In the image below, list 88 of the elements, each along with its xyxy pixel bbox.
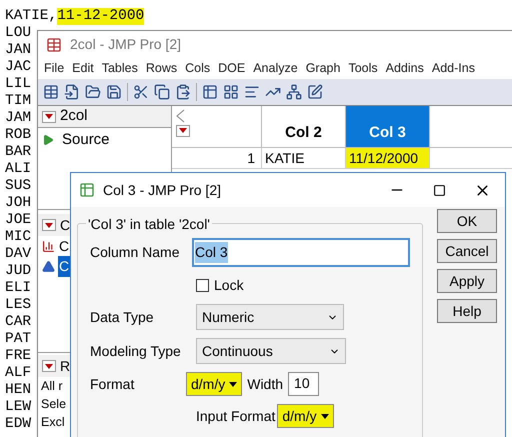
- field-label: Input Format: [196, 406, 276, 426]
- menu-item[interactable]: Rows: [146, 59, 178, 78]
- grid-icon[interactable]: [223, 84, 239, 100]
- text-line: EDW: [5, 416, 32, 433]
- window-title: 2col - JMP Pro [2]: [70, 35, 182, 54]
- checkbox-label: Lock: [214, 276, 244, 295]
- dialog-button[interactable]: Help: [437, 299, 497, 323]
- menu-item[interactable]: Addins: [386, 59, 424, 78]
- text-line: JUD: [5, 263, 32, 280]
- row-number: 1: [172, 148, 262, 168]
- field-label: Width: [247, 374, 284, 394]
- folder-icon[interactable]: [85, 84, 101, 100]
- menu-item[interactable]: DOE: [218, 59, 246, 78]
- date-text: 11-12-2000: [57, 8, 144, 25]
- menu-item[interactable]: Tables: [102, 59, 138, 78]
- text-line: SUS: [5, 178, 32, 195]
- table-cell: 11/12/2000: [346, 148, 430, 168]
- text-line: JAC: [5, 59, 32, 76]
- column-header[interactable]: Col 3: [346, 106, 430, 147]
- menu-item[interactable]: Cols: [185, 59, 210, 78]
- format-dropdown[interactable]: d/m/y: [186, 372, 242, 396]
- modeling-type-select[interactable]: Continuous: [196, 338, 346, 364]
- text-line: LIL: [5, 76, 32, 93]
- text-line: BAR: [5, 144, 32, 161]
- column-item[interactable]: C: [58, 256, 70, 276]
- text-line: LEW: [5, 399, 32, 416]
- text-line: JAM: [5, 110, 32, 127]
- text-line: MIC: [5, 229, 32, 246]
- rows-item: Excl: [40, 414, 66, 431]
- input-format-dropdown[interactable]: d/m/y: [277, 404, 334, 428]
- menu-item[interactable]: Add-Ins: [432, 59, 475, 78]
- text-line: DAV: [5, 246, 32, 263]
- text-line: HEN: [5, 382, 32, 399]
- panel-title: R: [60, 357, 70, 376]
- text-line: ELI: [5, 280, 32, 297]
- column-item[interactable]: C: [58, 236, 70, 256]
- menu-item[interactable]: Graph: [306, 59, 340, 78]
- text-line: KATIE,: [5, 8, 58, 25]
- caret-icon: [229, 382, 238, 386]
- panel-title: 2col: [60, 106, 88, 126]
- menu-item[interactable]: Edit: [72, 59, 94, 78]
- dialog-button[interactable]: OK: [437, 209, 497, 233]
- text-line: LOU: [5, 25, 32, 42]
- text-line: ALI: [5, 161, 32, 178]
- menu-item[interactable]: File: [44, 59, 64, 78]
- field-label: Column Name: [90, 243, 180, 262]
- maximize-icon[interactable]: [433, 184, 446, 196]
- text-line: TIM: [5, 93, 32, 110]
- paste-icon[interactable]: [175, 84, 191, 100]
- text-line: PAT: [5, 331, 32, 348]
- menu-item[interactable]: Analyze: [253, 59, 298, 78]
- text-line: JAN: [5, 42, 32, 59]
- field-label: Data Type: [90, 308, 155, 327]
- lock-checkbox[interactable]: [196, 279, 209, 292]
- scissors-icon[interactable]: [133, 84, 149, 100]
- data-type-select[interactable]: Numeric: [196, 304, 344, 330]
- menu-item[interactable]: Tools: [348, 59, 378, 78]
- text-line: ALF: [5, 365, 32, 382]
- text-line: JOE: [5, 212, 32, 229]
- panel-title: C: [60, 216, 70, 234]
- caret-icon: [320, 414, 329, 418]
- new-table-icon[interactable]: [43, 84, 59, 100]
- field-label: Modeling Type: [90, 342, 182, 361]
- network-icon[interactable]: [286, 84, 302, 100]
- edit-icon[interactable]: [307, 84, 323, 100]
- text-line: ROB: [5, 127, 32, 144]
- dialog-button[interactable]: Cancel: [437, 239, 497, 263]
- dialog-title: Col 3 - JMP Pro [2]: [103, 180, 222, 200]
- rows-item: All r: [40, 378, 64, 395]
- triangle-icon: [42, 260, 55, 272]
- rows-item: Sele: [40, 396, 68, 413]
- dialog-button[interactable]: Apply: [437, 269, 497, 293]
- text-line: JOH: [5, 195, 32, 212]
- source-item[interactable]: Source: [62, 128, 110, 152]
- table-icon[interactable]: [202, 84, 218, 100]
- field-label: Format: [90, 374, 136, 394]
- open-file-icon[interactable]: [64, 84, 80, 100]
- app-icon: [46, 36, 62, 52]
- text-line: CAR: [5, 314, 32, 331]
- app-icon: [79, 182, 95, 198]
- copy-icon[interactable]: [154, 84, 170, 100]
- text-line: FRE: [5, 348, 32, 365]
- text-line: LES: [5, 297, 32, 314]
- save-icon[interactable]: [106, 84, 122, 100]
- field-value: Col 3: [195, 242, 228, 263]
- column-name-field[interactable]: Col 3: [192, 238, 410, 267]
- width-field[interactable]: 10: [288, 372, 320, 396]
- play-icon: [42, 134, 54, 146]
